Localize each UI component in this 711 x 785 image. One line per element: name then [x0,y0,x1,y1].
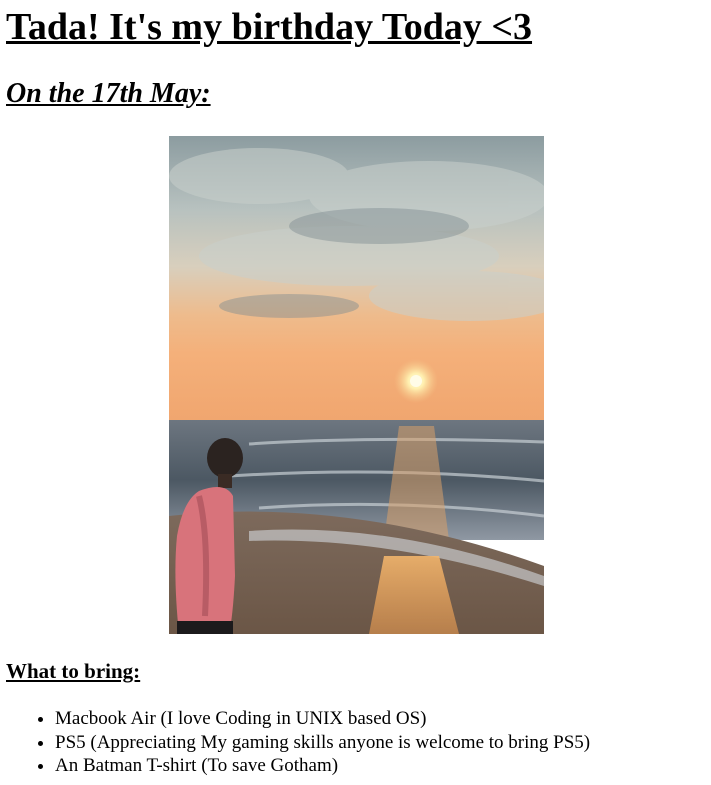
list-item: Macbook Air (I love Coding in UNIX based… [55,707,590,731]
page: Tada! It's my birthday Today <3 On the 1… [0,0,711,785]
list-item: PS5 (Appreciating My gaming skills anyon… [55,731,590,755]
list-item: An Batman T-shirt (To save Gotham) [55,754,590,778]
birthday-photo [169,136,544,634]
what-to-bring-heading: What to bring: [6,659,141,683]
page-title: Tada! It's my birthday Today <3 [6,6,533,48]
date-heading: On the 17th May: [6,78,211,109]
bring-list: Macbook Air (I love Coding in UNIX based… [0,707,590,778]
